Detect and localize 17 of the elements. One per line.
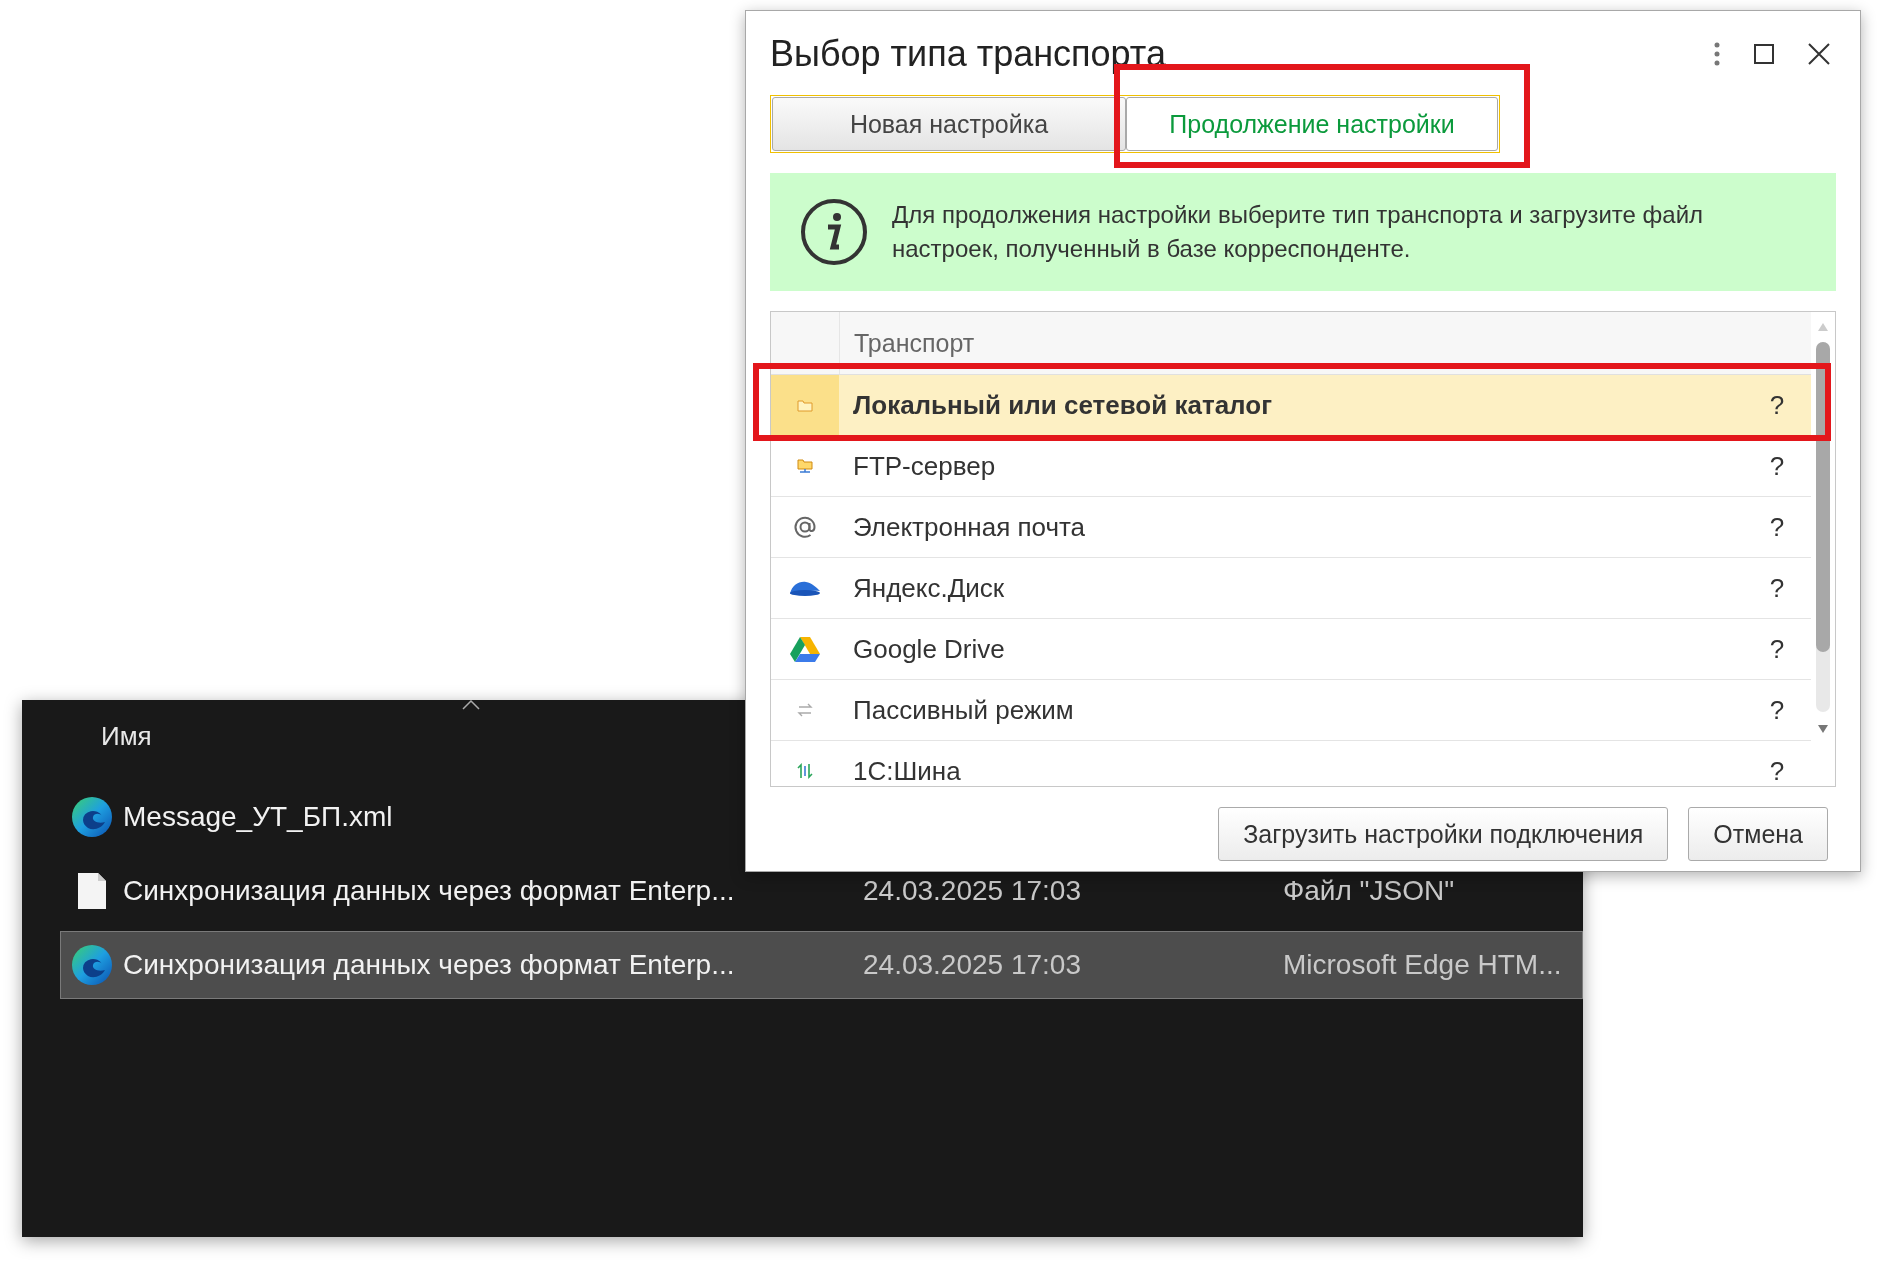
- info-text: Для продолжения настройки выберите тип транспорта и загрузите файл настроек, полученный в базе корреспонденте.: [892, 200, 1705, 264]
- transport-name: Google Drive: [852, 632, 1006, 666]
- transport-name: FTP-сервер: [852, 449, 997, 483]
- column-header: Транспорт: [839, 312, 1743, 374]
- transport-name: Локальный или сетевой каталог: [852, 388, 1273, 422]
- file-name: Синхронизация данных через формат Enterp...: [123, 875, 736, 907]
- file-type: Файл "JSON": [1283, 875, 1456, 907]
- file-date: 24.03.2025 17:03: [863, 875, 1082, 907]
- transport-name: 1С:Шина: [852, 754, 962, 786]
- transport-name: Электронная почта: [852, 510, 1087, 544]
- file-type: Microsoft Edge HTM...: [1283, 949, 1563, 981]
- file-date: 24.03.2025 17:03: [863, 949, 1082, 981]
- file-name: Message_УТ_БП.xml: [123, 801, 394, 833]
- transport-name: Пассивный режим: [852, 693, 1075, 727]
- dialog-title: Выбор типа транспорта: [770, 33, 1166, 75]
- file-name: Синхронизация данных через формат Enterp...: [123, 949, 736, 981]
- transport-name: Яндекс.Диск: [852, 571, 1006, 605]
